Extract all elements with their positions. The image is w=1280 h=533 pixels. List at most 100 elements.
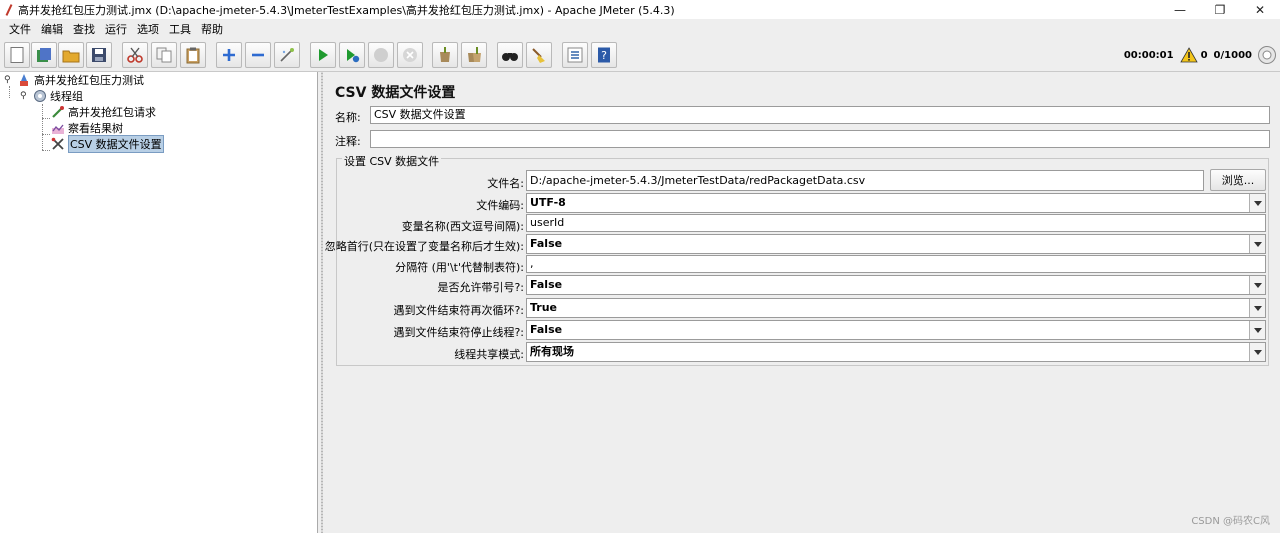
clear-button[interactable] [432,42,458,68]
tree-node-test-plan[interactable]: ⚲ 高并发抢红包压力测试 [4,72,144,88]
menu-run[interactable]: 运行 [100,21,132,37]
tree-connector [42,104,43,150]
menu-edit[interactable]: 编辑 [36,21,68,37]
csv-config-panel: CSV 数据文件设置 名称: CSV 数据文件设置 注释: 设置 CSV 数据文… [324,72,1280,533]
filename-label: 文件名: [487,177,524,190]
encoding-combo[interactable]: UTF-8 [526,193,1266,213]
sharing-mode-combo[interactable]: 所有现场 [526,342,1266,362]
save-button[interactable] [86,42,112,68]
chevron-down-icon[interactable] [1249,235,1265,253]
help-book-icon: ? [598,47,610,63]
allow-quoted-label: 是否允许带引号?: [437,281,524,294]
templates-button[interactable] [31,42,57,68]
templates-icon [37,48,51,62]
allow-quoted-combo[interactable]: False [526,275,1266,295]
expand-handle-icon[interactable]: ⚲ [20,91,32,101]
play-no-timers-icon [347,49,360,63]
sharing-mode-label: 线程共享模式: [454,348,524,361]
chevron-down-icon[interactable] [1249,194,1265,212]
stop-thread-eof-combo[interactable]: False [526,320,1266,340]
paste-clipboard-icon [186,47,200,64]
chevron-down-icon[interactable] [1249,299,1265,317]
menu-file[interactable]: 文件 [4,21,36,37]
recycle-eof-combo[interactable]: True [526,298,1266,318]
ignore-first-line-combo[interactable]: False [526,234,1266,254]
stop-thread-eof-value: False [530,323,563,336]
open-folder-icon [62,50,80,63]
chevron-down-icon[interactable] [1249,343,1265,361]
broom-clear-icon [440,47,450,62]
tree-node-results-tree[interactable]: 察看结果树 [50,120,123,136]
clear-all-button[interactable] [461,42,487,68]
stop-icon [374,48,388,62]
running-indicator-icon [1258,46,1276,64]
menu-search[interactable]: 查找 [68,21,100,37]
menu-help[interactable]: 帮助 [196,21,228,37]
open-button[interactable] [58,42,84,68]
start-button[interactable] [310,42,336,68]
copy-button[interactable] [151,42,177,68]
reset-search-button[interactable] [526,42,552,68]
restore-button[interactable]: ❐ [1200,0,1240,19]
tree-connector [42,150,50,151]
help-button[interactable]: ? [591,42,617,68]
comment-input[interactable] [370,130,1270,148]
panel-splitter[interactable] [318,72,326,533]
name-input[interactable]: CSV 数据文件设置 [370,106,1270,124]
title-bar: 高并发抢红包压力测试.jmx (D:\apache-jmeter-5.4.3\J… [0,0,1280,19]
toggle-wand-icon [280,48,294,62]
copy-icon [156,47,172,63]
search-button[interactable] [497,42,523,68]
ignore-first-line-value: False [530,237,563,250]
csv-settings-group-title: 设置 CSV 数据文件 [342,153,442,169]
menu-options[interactable]: 选项 [132,21,164,37]
new-button[interactable] [4,42,30,68]
chevron-down-icon[interactable] [1249,276,1265,294]
tree-label-sampler: 高并发抢红包请求 [68,106,156,119]
paste-button[interactable] [180,42,206,68]
tree-connector [42,118,50,119]
filename-input[interactable]: D:/apache-jmeter-5.4.3/JmeterTestData/re… [526,170,1204,191]
chevron-down-icon[interactable] [1249,321,1265,339]
minimize-button[interactable]: — [1160,0,1200,19]
sharing-mode-value: 所有现场 [530,345,574,358]
ignore-first-line-label: 忽略首行(只在设置了变量名称后才生效): [324,240,524,253]
start-no-pauses-button[interactable] [339,42,365,68]
window-title: 高并发抢红包压力测试.jmx (D:\apache-jmeter-5.4.3\J… [18,3,675,17]
recycle-eof-value: True [530,301,558,314]
listener-chart-icon [50,120,66,136]
collapse-all-button[interactable] [245,42,271,68]
new-file-icon [10,47,24,63]
run-status: 00:00:01 0 0/1000 [1124,42,1280,68]
cut-button[interactable] [122,42,148,68]
list-icon [567,47,583,63]
comment-label: 注释: [335,135,361,148]
config-tools-icon [50,136,66,152]
warning-icon[interactable] [1179,47,1198,63]
encoding-label: 文件编码: [476,199,524,212]
browse-button[interactable]: 浏览... [1210,169,1266,191]
tree-label-listener: 察看结果树 [68,122,123,135]
broom-reset-icon [532,48,545,63]
recycle-eof-label: 遇到文件结束符再次循环?: [393,304,524,317]
binoculars-icon [502,53,518,61]
expand-all-button[interactable] [216,42,242,68]
active-threads: 0/1000 [1213,49,1252,61]
tree-node-http-sampler[interactable]: 高并发抢红包请求 [50,104,156,120]
stop-button[interactable] [368,42,394,68]
delimiter-input[interactable]: , [526,255,1266,273]
tree-node-thread-group[interactable]: ⚲ 线程组 [20,88,83,104]
expand-handle-icon[interactable]: ⚲ [4,75,16,85]
watermark: CSDN @码农C风 [1191,516,1270,527]
tree-node-csv-config[interactable]: CSV 数据文件设置 [50,135,164,153]
test-plan-tree[interactable]: ⚲ 高并发抢红包压力测试 ⚲ 线程组 高并发抢红包请求 察看结果树 CSV 数据… [0,72,318,533]
function-helper-button[interactable] [562,42,588,68]
minus-icon [252,53,264,57]
toggle-button[interactable] [274,42,300,68]
close-button[interactable]: ✕ [1240,0,1280,19]
shutdown-button[interactable] [397,42,423,68]
variable-names-input[interactable]: userId [526,214,1266,232]
window-controls: — ❐ ✕ [1160,0,1280,19]
menu-tools[interactable]: 工具 [164,21,196,37]
variable-names-label: 变量名称(西文逗号间隔): [401,220,524,233]
